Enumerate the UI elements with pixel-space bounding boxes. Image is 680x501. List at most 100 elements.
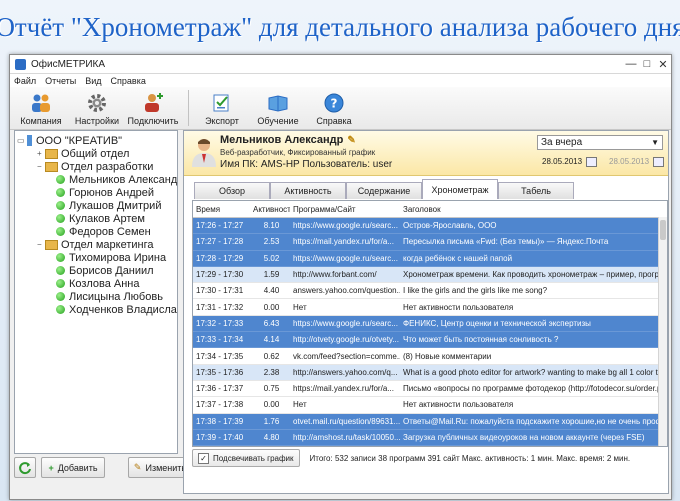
tree-employee[interactable]: Тихомирова Ирина <box>56 251 166 264</box>
column-program[interactable]: Программа/Сайт <box>290 205 400 214</box>
cell-time: 17:36 - 17:37 <box>196 384 244 394</box>
table-row[interactable]: 17:28 - 17:29 5.02 https://www.google.ru/s… <box>193 250 667 267</box>
tree-employee[interactable]: Борисов Даниил <box>56 264 154 277</box>
cell-time: 17:39 - 17:40 <box>196 433 244 442</box>
menu-file[interactable]: Файл <box>14 76 36 86</box>
online-status-icon <box>56 175 65 184</box>
table-row[interactable]: 17:29 - 17:30 1.59 http://www.forbant.com/… <box>193 266 667 284</box>
expand-icon[interactable]: + <box>37 149 45 158</box>
help-button[interactable]: ? Справка <box>307 92 361 129</box>
add-user-icon <box>145 93 163 112</box>
table-row[interactable]: 17:36 - 17:37 0.75 https://mail.yandex.ru/… <box>193 381 667 398</box>
table-row[interactable]: 17:35 - 17:36 2.38 http://answers.yahoo.co… <box>193 364 667 381</box>
app-window: ОфисМЕТРИКА — □ ✕ Файл Отчеты Вид Справк… <box>9 54 672 500</box>
calendar-icon[interactable] <box>586 156 598 167</box>
refresh-button[interactable] <box>14 457 36 478</box>
tree-dept-dev[interactable]: − Отдел разработки <box>37 160 153 173</box>
table-row[interactable]: 17:39 - 17:40 4.80 http://amshost.ru/task/… <box>193 429 667 446</box>
tab-timekeeping[interactable]: Хронометраж <box>422 179 498 199</box>
menu-help[interactable]: Справка <box>111 76 146 86</box>
settings-button[interactable]: Настройки <box>70 92 124 129</box>
calendar-icon[interactable] <box>653 156 665 167</box>
table-row[interactable]: 17:32 - 17:33 6.43 https://www.google.ru/s… <box>193 315 667 333</box>
date-to-field[interactable]: 28.05.2013 <box>609 155 665 168</box>
table-row[interactable]: 17:30 - 17:31 4.40 answers.yahoo.com/quest… <box>193 283 667 300</box>
tree-actions: + Добавить ✎ Изменить <box>14 457 192 478</box>
report-panel: Мельников Александр ✎ Веб-разработчик, Фи… <box>183 130 669 494</box>
svg-text:?: ? <box>331 97 338 111</box>
cell-program: https://www.google.ru/searc... <box>293 221 398 231</box>
company-button[interactable]: Компания <box>14 92 68 129</box>
folder-icon <box>45 148 58 159</box>
column-title[interactable]: Заголовок <box>400 205 659 214</box>
cell-time: 17:27 - 17:28 <box>196 237 244 247</box>
employee-name: Ходченков Владислав <box>69 303 178 316</box>
folder-icon <box>45 161 58 172</box>
add-button[interactable]: + Добавить <box>41 457 105 478</box>
table-row[interactable]: 17:34 - 17:35 0.62 vk.com/feed?section=com… <box>193 348 667 365</box>
cell-title: Хронометраж времени. Как проводить хроно… <box>403 270 659 280</box>
tab-timesheet[interactable]: Табель <box>498 182 574 199</box>
connect-label: Подключить <box>127 116 179 126</box>
date-from-field[interactable]: 28.05.2013 <box>542 155 598 168</box>
add-button-label: Добавить <box>57 462 98 473</box>
table-row[interactable]: 17:33 - 17:34 4.14 http://otvety.google.ru… <box>193 332 667 349</box>
tree-employee[interactable]: Горюнов Андрей <box>56 186 154 199</box>
refresh-icon <box>19 461 31 474</box>
table-row[interactable]: 17:40 - 17:416.19g2.botva.ru/harbour.php… <box>193 446 667 447</box>
tree-dept-general[interactable]: + Общий отдел <box>37 147 129 160</box>
export-button[interactable]: Экспорт <box>195 92 249 129</box>
connect-button[interactable]: Подключить <box>126 92 180 129</box>
table-row[interactable]: 17:37 - 17:38 0.00 Нет Нет активности польз… <box>193 397 667 414</box>
online-status-icon <box>56 227 65 236</box>
tab-content[interactable]: Содержание <box>346 182 422 199</box>
edit-button-label: Изменить <box>145 462 187 473</box>
employee-name: Федоров Семен <box>69 225 151 238</box>
table-row[interactable]: 17:27 - 17:28 2.53 https://mail.yandex.ru/… <box>193 234 667 251</box>
toolbar-divider <box>188 90 189 126</box>
cell-time: 17:31 - 17:32 <box>196 302 244 312</box>
report-tabs: Обзор Активность Содержание Хронометраж … <box>194 179 574 199</box>
cell-activity: 2.38 <box>263 367 280 377</box>
tree-employee[interactable]: Мельников Александр <box>56 173 178 186</box>
minimize-button[interactable]: — <box>623 58 639 70</box>
avatar <box>192 139 216 167</box>
tree-employee[interactable]: Федоров Семен <box>56 225 151 238</box>
table-row[interactable]: 17:38 - 17:39 1.76 otvet.mail.ru/question/… <box>193 413 667 430</box>
cell-activity: 5.02 <box>263 253 280 263</box>
scrollbar-thumb[interactable] <box>660 220 666 240</box>
tree-dept-marketing[interactable]: − Отдел маркетинга <box>37 238 154 251</box>
column-time[interactable]: Время <box>193 205 250 214</box>
maximize-button[interactable]: □ <box>639 58 655 70</box>
user-name-text: Мельников Александр <box>220 134 344 146</box>
menu-reports[interactable]: Отчеты <box>45 76 76 86</box>
tree-org[interactable]: ▭ ООО "КРЕАТИВ" <box>17 134 122 147</box>
tab-overview[interactable]: Обзор <box>194 182 270 199</box>
checkbox-icon[interactable]: ✓ <box>198 452 209 464</box>
table-row[interactable]: 17:26 - 17:27 8.10 https://www.google.ru/s… <box>193 218 667 235</box>
tree-employee[interactable]: Козлова Анна <box>56 277 139 290</box>
cell-program: http://answers.yahoo.com/q... <box>293 367 398 377</box>
employee-name: Мельников Александр <box>69 173 178 186</box>
table-row[interactable]: 17:31 - 17:32 0.00 Нет Нет активности польз… <box>193 299 667 316</box>
table-footer: ✓ Подсвечивать график Итого: 532 записи … <box>192 449 666 467</box>
collapse-icon[interactable]: − <box>37 240 45 249</box>
tree-employee[interactable]: Лукашов Дмитрий <box>56 199 161 212</box>
tree-employee[interactable]: Ходченков Владислав <box>56 303 178 316</box>
menu-view[interactable]: Вид <box>85 76 101 86</box>
pencil-icon[interactable]: ✎ <box>347 135 355 146</box>
column-activity[interactable]: Активность <box>250 205 290 214</box>
tab-activity[interactable]: Активность <box>270 182 346 199</box>
training-button[interactable]: Обучение <box>251 92 305 129</box>
collapse-icon[interactable]: − <box>37 162 45 171</box>
highlight-chart-checkbox[interactable]: ✓ Подсвечивать график <box>192 449 300 467</box>
collapse-icon[interactable]: ▭ <box>17 136 25 145</box>
date-to-value: 28.05.2013 <box>609 157 650 166</box>
period-select[interactable]: За вчера ▼ <box>537 135 663 150</box>
cell-title: Ответы@Mail.Ru: пожалуйста подскажите хо… <box>403 416 659 426</box>
tree-employee[interactable]: Лисицына Любовь <box>56 290 163 303</box>
close-button[interactable]: ✕ <box>655 58 671 71</box>
cell-title: Загрузка публичных видеоуроков на новом … <box>403 433 645 442</box>
tree-employee[interactable]: Кулаков Артем <box>56 212 145 225</box>
vertical-scrollbar[interactable] <box>658 217 667 446</box>
